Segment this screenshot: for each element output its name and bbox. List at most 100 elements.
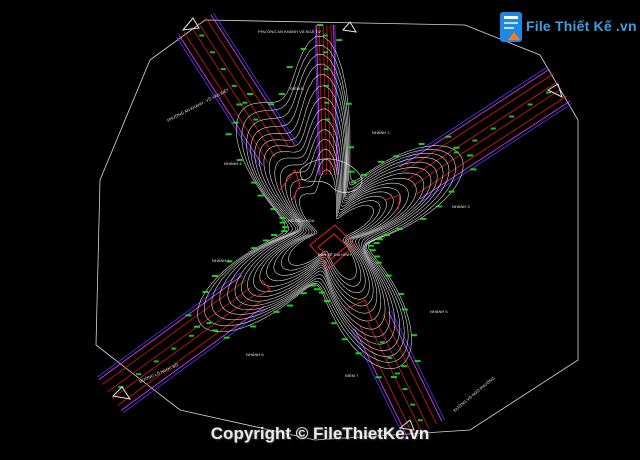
survey-point	[318, 291, 325, 294]
survey-point	[323, 68, 329, 71]
survey-point	[236, 103, 243, 106]
survey-point	[324, 101, 330, 104]
survey-point	[418, 142, 425, 145]
survey-point	[373, 242, 380, 245]
survey-point	[279, 217, 286, 220]
survey-point	[375, 261, 382, 264]
road-line	[397, 66, 549, 166]
road-line	[120, 305, 265, 411]
survey-point	[377, 160, 384, 163]
cad-drawing-canvas[interactable]: PHƯỜNG AN KHÁNH VÀ NGÃ TƯ PHƯỜNG AN KHÁN…	[0, 0, 640, 460]
survey-point	[251, 181, 258, 184]
survey-point	[279, 221, 286, 224]
road-line	[419, 100, 571, 200]
survey-point	[385, 274, 392, 277]
survey-point	[369, 249, 376, 252]
road-line	[411, 88, 563, 187]
survey-point	[300, 47, 307, 50]
road-line	[388, 311, 443, 422]
road-line	[178, 35, 263, 166]
survey-point	[286, 66, 293, 69]
survey-point	[257, 194, 264, 197]
survey-point	[281, 230, 288, 233]
tag-diem-b: ĐIỂM B	[290, 86, 304, 91]
road-line	[191, 26, 276, 158]
survey-point	[341, 338, 348, 341]
survey-point	[345, 102, 352, 105]
center-label-1: HỒ ĐIỀU HÒA	[288, 218, 315, 223]
survey-point	[231, 84, 237, 87]
contour-line	[299, 158, 363, 193]
survey-point	[199, 34, 205, 37]
road-line	[183, 31, 269, 163]
survey-point	[361, 173, 368, 176]
tag-nhanh-2: NHÁNH 2	[372, 130, 390, 135]
survey-point	[374, 255, 381, 258]
survey-point	[323, 300, 330, 303]
survey-point	[467, 154, 474, 157]
survey-point	[270, 208, 277, 211]
tag-nhanh-6: NHÁNH 6	[246, 352, 264, 357]
survey-point	[309, 284, 316, 287]
road-line	[205, 17, 290, 149]
survey-point	[220, 68, 226, 71]
survey-point	[210, 51, 216, 54]
road-end-markers	[111, 17, 563, 431]
survey-point	[509, 115, 515, 118]
survey-point	[355, 352, 362, 355]
survey-point	[206, 322, 212, 324]
survey-point	[472, 139, 478, 142]
survey-point	[223, 336, 230, 339]
survey-point	[348, 170, 355, 173]
survey-point	[271, 234, 278, 236]
survey-point	[402, 388, 408, 391]
road-line	[198, 22, 283, 154]
survey-point	[454, 151, 459, 154]
road-line	[122, 308, 267, 414]
survey-point	[281, 226, 288, 229]
survey-point	[490, 127, 496, 130]
survey-point	[401, 308, 408, 311]
tag-diem-7: ĐIỂM 7	[345, 373, 359, 378]
logo-text: File Thiết Kế .vn	[526, 18, 637, 34]
tag-nhanh-3: NHÁNH 3	[452, 204, 470, 209]
survey-point	[448, 190, 455, 193]
survey-point	[398, 293, 405, 296]
center-label-2: BẢN VẼ ĐỊA HÌNH	[318, 252, 351, 257]
road-line	[354, 328, 409, 439]
tag-nhanh-1: NHÁNH 1	[212, 258, 230, 263]
survey-point	[470, 168, 477, 171]
survey-point	[185, 314, 192, 317]
survey-point	[211, 329, 218, 332]
survey-point	[323, 51, 329, 54]
survey-point	[253, 118, 259, 121]
road-line	[322, 25, 328, 176]
survey-point	[278, 93, 285, 96]
survey-point	[401, 365, 408, 368]
survey-point	[367, 244, 374, 247]
survey-point	[251, 247, 258, 250]
survey-point	[383, 234, 390, 236]
survey-point	[390, 376, 397, 379]
survey-point	[377, 238, 384, 241]
survey-point	[387, 356, 393, 359]
survey-point	[348, 146, 355, 149]
survey-point	[268, 103, 275, 106]
road-line	[407, 81, 559, 181]
survey-point	[445, 135, 452, 138]
survey-point	[323, 84, 329, 87]
survey-point	[393, 155, 400, 158]
road-line	[112, 293, 256, 399]
survey-point	[435, 205, 442, 208]
survey-point	[247, 93, 254, 96]
survey-point	[350, 181, 357, 184]
survey-point	[171, 347, 177, 350]
survey-point	[153, 360, 159, 363]
bottom-road-label: ĐƯỜNG VÕ NGÔ PHƯỜNG	[452, 375, 495, 412]
road-line	[391, 310, 446, 421]
title-top-label: PHƯỜNG AN KHÁNH VÀ NGÃ TƯ	[258, 29, 322, 34]
copyright-watermark: Copyright © FileThietKe.vn	[210, 424, 430, 443]
survey-point	[300, 292, 307, 295]
road-line	[176, 36, 261, 168]
contour-line	[219, 63, 444, 352]
